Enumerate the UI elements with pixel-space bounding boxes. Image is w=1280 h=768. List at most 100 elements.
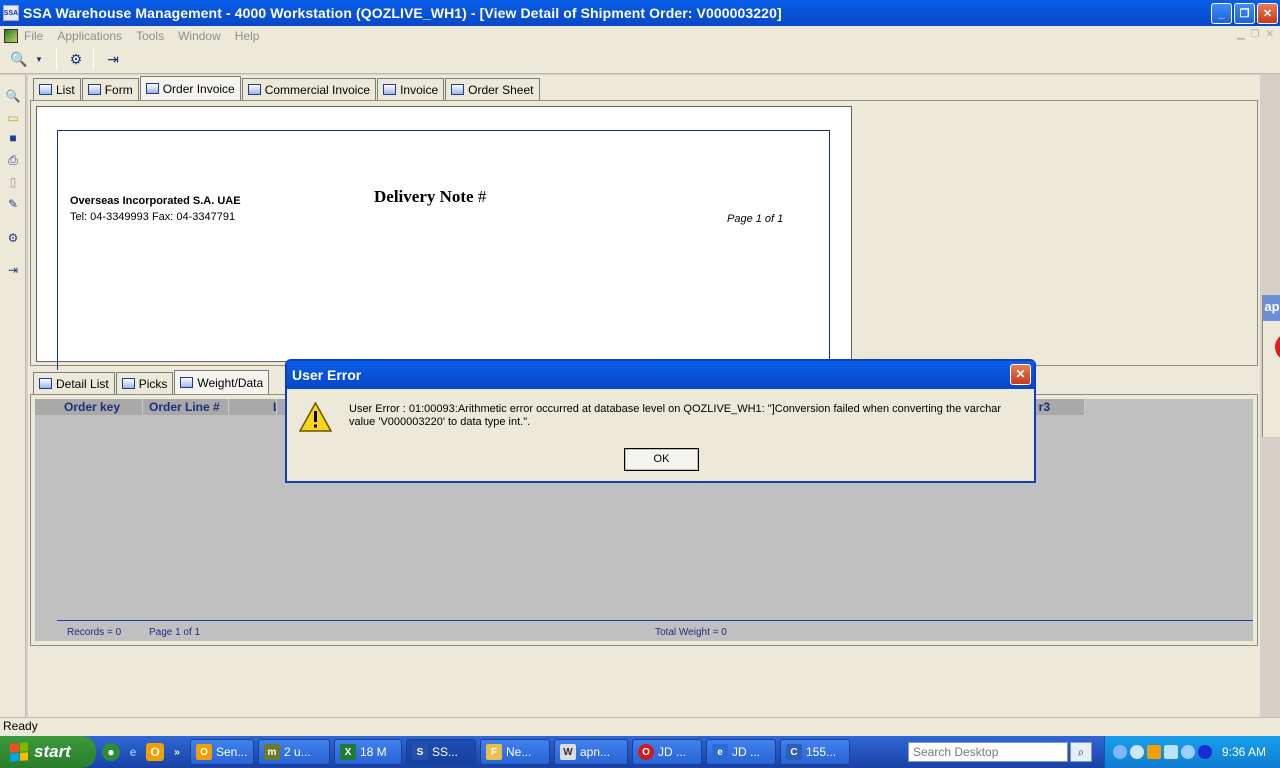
settings-icon[interactable]: ⚙ bbox=[4, 229, 22, 247]
task-label: 2 u... bbox=[284, 745, 311, 759]
task-label: SS... bbox=[432, 745, 459, 759]
column-order-key[interactable]: Order key bbox=[35, 399, 143, 415]
tab-picks[interactable]: Picks bbox=[115, 372, 174, 394]
tab-invoice[interactable]: Invoice bbox=[377, 78, 445, 100]
tab-form[interactable]: Form bbox=[81, 78, 139, 100]
background-window-title: ap bbox=[1263, 295, 1280, 321]
restore-button[interactable]: ❐ bbox=[1234, 3, 1255, 24]
tab-list[interactable]: List bbox=[33, 78, 81, 100]
tab-label: Invoice bbox=[400, 82, 439, 97]
task-label: JD ... bbox=[732, 745, 761, 759]
search-icon[interactable]: ⌕ bbox=[1070, 742, 1092, 762]
outlook-tray-icon[interactable] bbox=[1147, 745, 1161, 759]
outlook-icon[interactable]: O bbox=[146, 743, 164, 761]
minimize-button[interactable]: _ bbox=[1211, 3, 1232, 24]
menu-tools[interactable]: Tools bbox=[136, 29, 164, 43]
ie-icon: e bbox=[712, 744, 728, 760]
toolbar: 🔍 ▼ ⚙ ⇥ bbox=[0, 45, 1280, 74]
network-tray-icon[interactable] bbox=[1164, 745, 1178, 759]
ok-button[interactable]: OK bbox=[624, 448, 699, 471]
company-name: Overseas Incorporated S.A. UAE bbox=[70, 195, 241, 207]
tab-weight-data[interactable]: Weight/Data bbox=[174, 370, 270, 394]
windows-logo-icon bbox=[10, 742, 28, 762]
desktop-search-input[interactable]: Search Desktop bbox=[908, 742, 1068, 762]
task-button[interactable]: e JD ... bbox=[706, 739, 776, 765]
list-icon bbox=[39, 84, 52, 95]
picks-icon bbox=[121, 378, 135, 389]
save-icon[interactable]: ■ bbox=[4, 129, 22, 147]
app-menu-icon[interactable] bbox=[4, 28, 18, 43]
network-icon: C bbox=[786, 744, 802, 760]
tab-detail-list[interactable]: Detail List bbox=[33, 372, 115, 394]
status-bar: Ready bbox=[0, 717, 1280, 736]
task-button[interactable]: C 155... bbox=[780, 739, 850, 765]
dialog-title: User Error bbox=[292, 367, 362, 383]
print-icon[interactable]: ⎙ bbox=[4, 151, 22, 169]
tab-label: Commercial Invoice bbox=[264, 82, 371, 97]
chrome-icon[interactable]: ● bbox=[102, 743, 120, 761]
mdi-minimize-icon[interactable]: ▁ bbox=[1237, 29, 1245, 40]
column-location[interactable]: Lo bbox=[229, 399, 277, 415]
user-error-dialog: User Error ✕ User Error : 01:00093:Arith… bbox=[285, 359, 1036, 483]
back-arrow-icon[interactable] bbox=[1113, 745, 1127, 759]
tool-icon[interactable]: ✎ bbox=[4, 195, 22, 213]
system-tray: 9:36 AM bbox=[1104, 736, 1280, 768]
mdi-close-icon[interactable]: ✕ bbox=[1266, 29, 1274, 40]
menu-help[interactable]: Help bbox=[235, 29, 260, 43]
excel-icon: X bbox=[340, 744, 356, 760]
app-logo: SSA bbox=[3, 5, 19, 21]
task-button[interactable]: F Ne... bbox=[480, 739, 550, 765]
start-label: start bbox=[34, 742, 71, 761]
menu-file[interactable]: File bbox=[24, 29, 43, 43]
report-title-text: Delivery Note bbox=[374, 187, 474, 206]
preview-icon[interactable]: ▯ bbox=[4, 173, 22, 191]
report-icon bbox=[383, 84, 397, 95]
exit-icon[interactable]: ⇥ bbox=[102, 48, 124, 70]
report-icon bbox=[145, 83, 159, 94]
close-button[interactable]: ✕ bbox=[1257, 3, 1278, 24]
task-label: JD ... bbox=[658, 745, 687, 759]
report-page[interactable]: Overseas Incorporated S.A. UAE Tel: 04-3… bbox=[36, 106, 852, 370]
query-icon[interactable]: 🔍 bbox=[8, 48, 30, 70]
ie-icon[interactable]: e bbox=[124, 743, 142, 761]
task-label: apn... bbox=[580, 745, 611, 759]
task-button[interactable]: Wapn... bbox=[554, 739, 628, 765]
messenger-tray-icon[interactable] bbox=[1181, 745, 1195, 759]
open-folder-icon[interactable]: ▭ bbox=[4, 109, 22, 127]
tab-order-invoice[interactable]: Order Invoice bbox=[139, 76, 241, 100]
dialog-close-button[interactable]: ✕ bbox=[1010, 364, 1031, 385]
toolbar-separator bbox=[93, 48, 94, 70]
menu-applications[interactable]: Applications bbox=[57, 29, 122, 43]
report-title-hash: # bbox=[477, 187, 487, 206]
menu-window[interactable]: Window bbox=[178, 29, 221, 43]
query-icon[interactable]: 🔍 bbox=[4, 87, 22, 105]
dialog-title-bar: User Error ✕ bbox=[287, 361, 1034, 389]
task-button[interactable]: S SS... bbox=[406, 739, 476, 765]
more-icon[interactable]: » bbox=[168, 743, 186, 761]
column-order-line[interactable]: Order Line # bbox=[143, 399, 229, 415]
status-tray-icon[interactable] bbox=[1198, 745, 1212, 759]
grid-footer-divider bbox=[57, 620, 1253, 621]
dropdown-icon[interactable]: ▼ bbox=[28, 48, 50, 70]
detail-tabs: Detail List Picks Weight/Data bbox=[33, 370, 270, 394]
grid-page-info: Page 1 of 1 bbox=[149, 627, 201, 638]
window-icon: W bbox=[560, 744, 576, 760]
report-icon bbox=[247, 84, 261, 95]
search-tray-icon[interactable] bbox=[1130, 745, 1144, 759]
task-button[interactable]: O JD ... bbox=[632, 739, 702, 765]
task-button[interactable]: m 2 u... bbox=[258, 739, 330, 765]
mdi-restore-icon[interactable]: ❐ bbox=[1251, 29, 1260, 40]
warning-icon bbox=[299, 402, 332, 432]
report-frame bbox=[57, 130, 830, 370]
total-weight: Total Weight = 0 bbox=[655, 627, 727, 638]
print-settings-icon[interactable]: ⚙ bbox=[65, 48, 87, 70]
task-button[interactable]: X 18 M bbox=[334, 739, 402, 765]
tab-order-sheet[interactable]: Order Sheet bbox=[445, 78, 540, 100]
tab-commercial-invoice[interactable]: Commercial Invoice bbox=[241, 78, 377, 100]
tab-label: Form bbox=[104, 82, 133, 97]
tab-label: List bbox=[56, 82, 75, 97]
start-button[interactable]: start bbox=[0, 736, 96, 768]
exit-icon[interactable]: ⇥ bbox=[4, 261, 22, 279]
ssa-icon: S bbox=[412, 744, 428, 760]
task-button[interactable]: O Sen... bbox=[190, 739, 254, 765]
